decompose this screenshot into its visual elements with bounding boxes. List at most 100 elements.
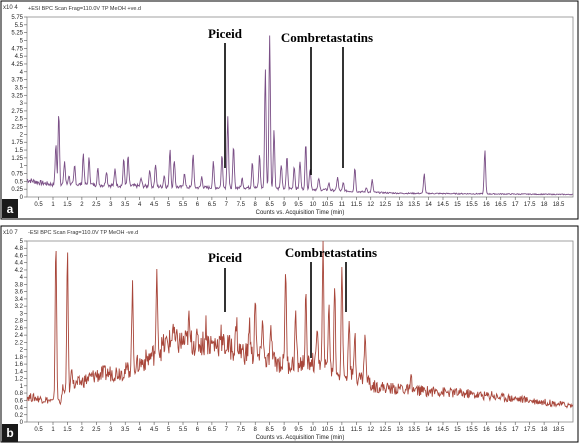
- x-tick-label-b: 12: [367, 427, 374, 433]
- y-tick-label-a: 1.25: [11, 156, 23, 162]
- x-tick-label-a: 5.5: [179, 202, 188, 208]
- y-tick-label-b: 3.2: [15, 304, 24, 310]
- panel-letter-b: b: [6, 426, 13, 440]
- x-tick-label-a: 9.5: [294, 202, 303, 208]
- x-tick-label-a: 13.5: [408, 202, 420, 208]
- y-tick-label-b: 2.2: [15, 340, 24, 346]
- x-tick-label-a: 16.5: [495, 202, 507, 208]
- x-tick-label-b: 10.5: [322, 427, 334, 433]
- x-tick-label-a: 2.5: [92, 202, 101, 208]
- x-tick-label-b: 7.5: [237, 427, 246, 433]
- x-axis-label-a: Counts vs. Acquisition Time (min): [256, 210, 345, 216]
- x-tick-label-b: 14: [425, 427, 432, 433]
- x-tick-label-b: 16.5: [495, 427, 507, 433]
- y-multiplier-b: x10 7: [3, 230, 18, 236]
- x-tick-label-b: 18: [541, 427, 548, 433]
- y-tick-label-a: 5.25: [11, 31, 23, 37]
- x-tick-label-a: 13: [396, 202, 403, 208]
- x-tick-label-b: 17.5: [524, 427, 536, 433]
- x-tick-label-a: 10.5: [322, 202, 334, 208]
- y-tick-label-a: 5.75: [11, 15, 23, 21]
- x-tick-label-a: 12: [367, 202, 374, 208]
- x-tick-label-b: 6.5: [208, 427, 217, 433]
- x-tick-label-a: 6.5: [208, 202, 217, 208]
- x-tick-label-a: 12.5: [379, 202, 391, 208]
- y-tick-label-b: 0.6: [15, 398, 24, 404]
- x-tick-label-a: 1.5: [63, 202, 72, 208]
- y-tick-label-b: 1.6: [15, 362, 24, 368]
- y-tick-label-b: 4.6: [15, 253, 24, 259]
- x-tick-label-b: 5.5: [179, 427, 188, 433]
- x-tick-label-b: 13: [396, 427, 403, 433]
- x-tick-label-b: 1.5: [63, 427, 72, 433]
- x-tick-label-a: 18: [541, 202, 548, 208]
- x-tick-label-a: 17.5: [524, 202, 536, 208]
- panel-letter-a: a: [7, 202, 14, 216]
- x-tick-label-b: 11: [339, 427, 346, 433]
- x-tick-label-b: 15.5: [466, 427, 478, 433]
- y-tick-label-b: 0.2: [15, 413, 24, 419]
- annotation-combretastatins-a: Combretastatins: [281, 30, 373, 45]
- x-tick-label-a: 18.5: [553, 202, 565, 208]
- x-tick-label-b: 18.5: [553, 427, 565, 433]
- y-tick-label-a: 3.75: [11, 78, 23, 84]
- y-tick-label-b: 3.8: [15, 282, 24, 288]
- x-tick-label-a: 7.5: [237, 202, 246, 208]
- y-tick-label-a: 4.5: [15, 54, 24, 60]
- y-tick-label-b: 1.2: [15, 377, 24, 383]
- chromatogram-panel-a: x10 4 +ESI BPC Scan Frag=110.0V TP MeOH …: [0, 0, 579, 220]
- x-tick-label-a: 17: [512, 202, 519, 208]
- y-tick-label-b: 0.4: [15, 406, 24, 412]
- chromatogram-panel-b: x10 7 -ESI BPC Scan Frag=110.0V TP MeOH …: [0, 225, 579, 443]
- y-tick-label-b: 3.6: [15, 290, 24, 296]
- y-tick-label-a: 2.5: [15, 117, 24, 123]
- x-tick-label-a: 11.5: [351, 202, 363, 208]
- figure: x10 4 +ESI BPC Scan Frag=110.0V TP MeOH …: [0, 0, 579, 443]
- x-tick-label-b: 16: [483, 427, 490, 433]
- x-tick-label-b: 9.5: [294, 427, 303, 433]
- y-tick-label-b: 4.8: [15, 246, 24, 252]
- chart-header-b: -ESI BPC Scan Frag=110.0V TP MeOH -ve.d: [28, 230, 138, 236]
- y-tick-label-b: 4.2: [15, 268, 24, 274]
- y-tick-label-a: 3.5: [15, 85, 24, 91]
- x-tick-label-a: 8.5: [265, 202, 274, 208]
- y-tick-label-b: 2.6: [15, 326, 24, 332]
- y-tick-label-a: 3.25: [11, 93, 23, 99]
- annotation-piceid-b: Piceid: [208, 250, 243, 265]
- x-tick-label-b: 8.5: [265, 427, 274, 433]
- x-tick-label-b: 0.5: [34, 427, 43, 433]
- y-tick-label-a: 1.75: [11, 140, 23, 146]
- y-tick-label-a: 2.25: [11, 125, 23, 131]
- y-tick-label-b: 1.4: [15, 369, 24, 375]
- x-tick-label-a: 3.5: [121, 202, 130, 208]
- y-tick-label-a: 5.5: [15, 23, 24, 29]
- x-tick-label-b: 12.5: [379, 427, 391, 433]
- y-tick-label-a: 4.25: [11, 62, 23, 68]
- x-tick-label-a: 14.5: [437, 202, 449, 208]
- x-tick-label-a: 16: [483, 202, 490, 208]
- x-tick-label-a: 15: [454, 202, 461, 208]
- y-tick-label-a: 0.75: [11, 172, 23, 178]
- y-tick-label-b: 2.8: [15, 319, 24, 325]
- annotation-piceid-a: Piceid: [208, 26, 243, 41]
- x-tick-label-a: 10: [310, 202, 317, 208]
- x-axis-label-b: Counts vs. Acquisition Time (min): [256, 435, 345, 441]
- y-tick-label-a: 4.75: [11, 46, 23, 52]
- y-tick-label-b: 2.4: [15, 333, 24, 339]
- y-tick-label-a: 0.5: [15, 179, 24, 185]
- x-tick-label-b: 11.5: [351, 427, 363, 433]
- x-tick-label-a: 11: [339, 202, 346, 208]
- x-tick-label-b: 17: [512, 427, 519, 433]
- y-tick-label-a: 1.5: [15, 148, 24, 154]
- x-tick-label-b: 3.5: [121, 427, 130, 433]
- x-tick-label-b: 4.5: [150, 427, 159, 433]
- x-tick-label-b: 2.5: [92, 427, 101, 433]
- y-tick-label-b: 0.8: [15, 391, 24, 397]
- x-tick-label-a: 0.5: [34, 202, 43, 208]
- x-tick-label-a: 4.5: [150, 202, 159, 208]
- x-tick-label-b: 13.5: [408, 427, 420, 433]
- x-tick-label-a: 14: [425, 202, 432, 208]
- x-tick-label-b: 14.5: [437, 427, 449, 433]
- y-tick-label-b: 3.4: [15, 297, 24, 303]
- x-tick-label-a: 15.5: [466, 202, 478, 208]
